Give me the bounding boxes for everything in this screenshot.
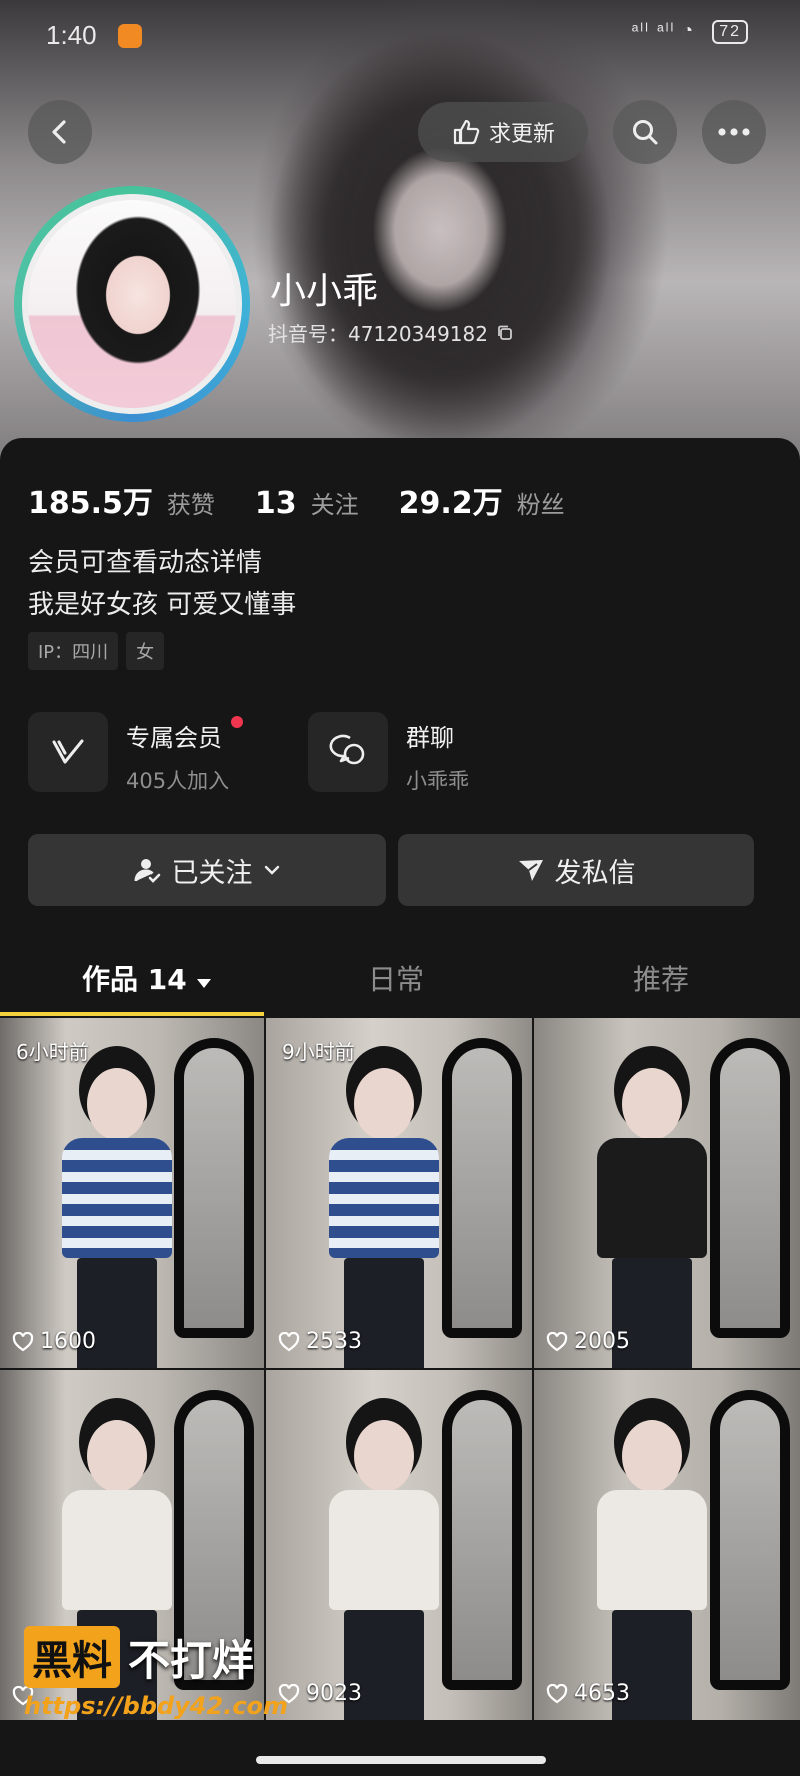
tab-daily[interactable]: 日常 bbox=[368, 958, 424, 998]
tab-works[interactable]: 作品 14 bbox=[82, 958, 212, 998]
profile-bio: 会员可查看动态详情 我是好女孩 可爱又懂事 bbox=[28, 542, 296, 626]
video-timestamp: 9小时前 bbox=[282, 1040, 355, 1064]
video-thumbnail bbox=[266, 1370, 532, 1720]
search-icon bbox=[633, 120, 658, 145]
status-indicators: ᵃˡˡ ᵃˡˡ ◔ 72 bbox=[632, 20, 748, 44]
heart-icon bbox=[12, 1331, 34, 1351]
notification-dot bbox=[231, 716, 244, 728]
watermark-url: https://bbdy42.com bbox=[24, 1692, 289, 1720]
person-figure bbox=[577, 1410, 727, 1720]
site-watermark: 黑料 不打烊 https://bbdy42.com bbox=[24, 1626, 288, 1720]
video-tile[interactable]: 6小时前 1600 bbox=[0, 1018, 264, 1368]
gender-tag: 女 bbox=[126, 632, 165, 670]
watermark-text: 不打烊 bbox=[128, 1635, 255, 1685]
followed-button[interactable]: 已关注 bbox=[28, 834, 386, 906]
following-label[interactable]: 关注 bbox=[311, 485, 359, 520]
copy-icon bbox=[498, 325, 512, 340]
notification-icon bbox=[118, 24, 142, 48]
tab-recommend[interactable]: 推荐 bbox=[633, 958, 689, 998]
video-likes: 1600 bbox=[12, 1329, 96, 1354]
bio-line: 我是好女孩 可爱又懂事 bbox=[28, 590, 297, 620]
profile-panel: 185.5万 获赞 13 关注 29.2万 粉丝 会员可查看动态详情 我是好女孩… bbox=[0, 438, 800, 1014]
chevron-left-icon bbox=[52, 120, 66, 144]
search-button[interactable] bbox=[613, 100, 677, 164]
more-icon bbox=[718, 128, 750, 136]
video-thumbnail bbox=[534, 1018, 800, 1368]
watermark-badge: 黑料 bbox=[24, 1626, 120, 1688]
douyin-id[interactable]: 抖音号：47120349182 bbox=[268, 318, 514, 347]
video-likes: 2005 bbox=[546, 1329, 630, 1354]
video-thumbnail bbox=[0, 1018, 264, 1368]
ip-location-tag: IP：四川 bbox=[28, 632, 119, 670]
profile-tags: IP：四川 女 bbox=[28, 632, 165, 670]
back-button[interactable] bbox=[28, 100, 92, 164]
video-tile[interactable]: 4653 bbox=[534, 1370, 800, 1720]
send-icon bbox=[518, 860, 543, 881]
send-message-label: 发私信 bbox=[554, 857, 636, 889]
active-tab-indicator bbox=[0, 1012, 264, 1016]
likes-label: 获赞 bbox=[166, 491, 215, 519]
send-message-button[interactable]: 发私信 bbox=[398, 834, 754, 906]
video-thumbnail bbox=[534, 1370, 800, 1720]
video-likes-count: 4653 bbox=[574, 1681, 630, 1706]
battery-icon: 72 bbox=[712, 20, 748, 44]
user-check-icon bbox=[134, 859, 160, 883]
person-figure bbox=[577, 1058, 727, 1368]
cover-image bbox=[240, 30, 640, 450]
video-likes: 2533 bbox=[278, 1329, 362, 1354]
person-figure bbox=[309, 1058, 459, 1368]
status-time: 1:40 bbox=[46, 20, 97, 50]
profile-name: 小小乖 bbox=[270, 271, 379, 312]
group-chat-title: 群聊 bbox=[406, 724, 454, 752]
content-tabs: 作品 14 日常 推荐 bbox=[0, 940, 800, 1020]
member-title: 专属会员 bbox=[126, 716, 244, 753]
more-button[interactable] bbox=[702, 100, 766, 164]
followers-label[interactable]: 粉丝 bbox=[517, 485, 565, 520]
chevron-down-icon bbox=[264, 865, 279, 875]
avatar[interactable] bbox=[14, 186, 250, 422]
group-chat-icon bbox=[308, 712, 388, 792]
avatar-image bbox=[22, 194, 242, 414]
status-bar: 1:40 ᵃˡˡ ᵃˡˡ ◔ 72 bbox=[0, 14, 800, 54]
heart-icon bbox=[546, 1683, 568, 1703]
followed-label: 已关注 bbox=[171, 857, 253, 889]
home-indicator[interactable] bbox=[256, 1756, 546, 1764]
group-chat-entry[interactable]: 群聊 小乖乖 bbox=[308, 712, 469, 795]
member-count: 405人加入 bbox=[126, 769, 230, 793]
exclusive-member-entry[interactable]: 专属会员 405人加入 bbox=[28, 712, 244, 795]
tab-works-label: 作品 14 bbox=[82, 963, 187, 996]
heart-icon bbox=[546, 1331, 568, 1351]
request-update-label: 求更新 bbox=[488, 122, 555, 147]
video-timestamp: 6小时前 bbox=[16, 1040, 89, 1064]
stats-row: 185.5万 获赞 13 关注 29.2万 粉丝 bbox=[28, 478, 591, 522]
likes-count: 185.5万 bbox=[28, 486, 153, 521]
video-likes: 4653 bbox=[546, 1681, 630, 1706]
thumbs-up-icon bbox=[453, 119, 480, 145]
member-icon bbox=[28, 712, 108, 792]
video-grid: 6小时前 1600 9小时前 2533 2005 9023 4653 bbox=[0, 1018, 800, 1720]
video-tile[interactable]: 2005 bbox=[534, 1018, 800, 1368]
video-thumbnail bbox=[266, 1018, 532, 1368]
video-likes-count: 9023 bbox=[306, 1681, 362, 1706]
douyin-id-text: 抖音号：47120349182 bbox=[268, 322, 488, 346]
member-title-text: 专属会员 bbox=[126, 724, 222, 752]
video-likes: 9023 bbox=[278, 1681, 362, 1706]
video-likes-count: 2005 bbox=[574, 1329, 630, 1354]
video-likes-count: 2533 bbox=[306, 1329, 362, 1354]
request-update-button[interactable]: 求更新 bbox=[418, 102, 588, 162]
followers-count[interactable]: 29.2万 bbox=[399, 478, 503, 522]
video-likes-count: 1600 bbox=[40, 1329, 96, 1354]
signal-icon: ᵃˡˡ ᵃˡˡ ◔ bbox=[631, 20, 696, 40]
person-figure bbox=[42, 1058, 192, 1368]
group-chat-name: 小乖乖 bbox=[406, 769, 469, 793]
video-tile[interactable]: 9小时前 2533 bbox=[266, 1018, 532, 1368]
heart-icon bbox=[278, 1331, 300, 1351]
bio-line: 会员可查看动态详情 bbox=[28, 548, 263, 578]
following-count[interactable]: 13 bbox=[255, 486, 297, 521]
person-figure bbox=[309, 1410, 459, 1720]
video-tile[interactable]: 9023 bbox=[266, 1370, 532, 1720]
caret-down-icon bbox=[197, 979, 212, 988]
